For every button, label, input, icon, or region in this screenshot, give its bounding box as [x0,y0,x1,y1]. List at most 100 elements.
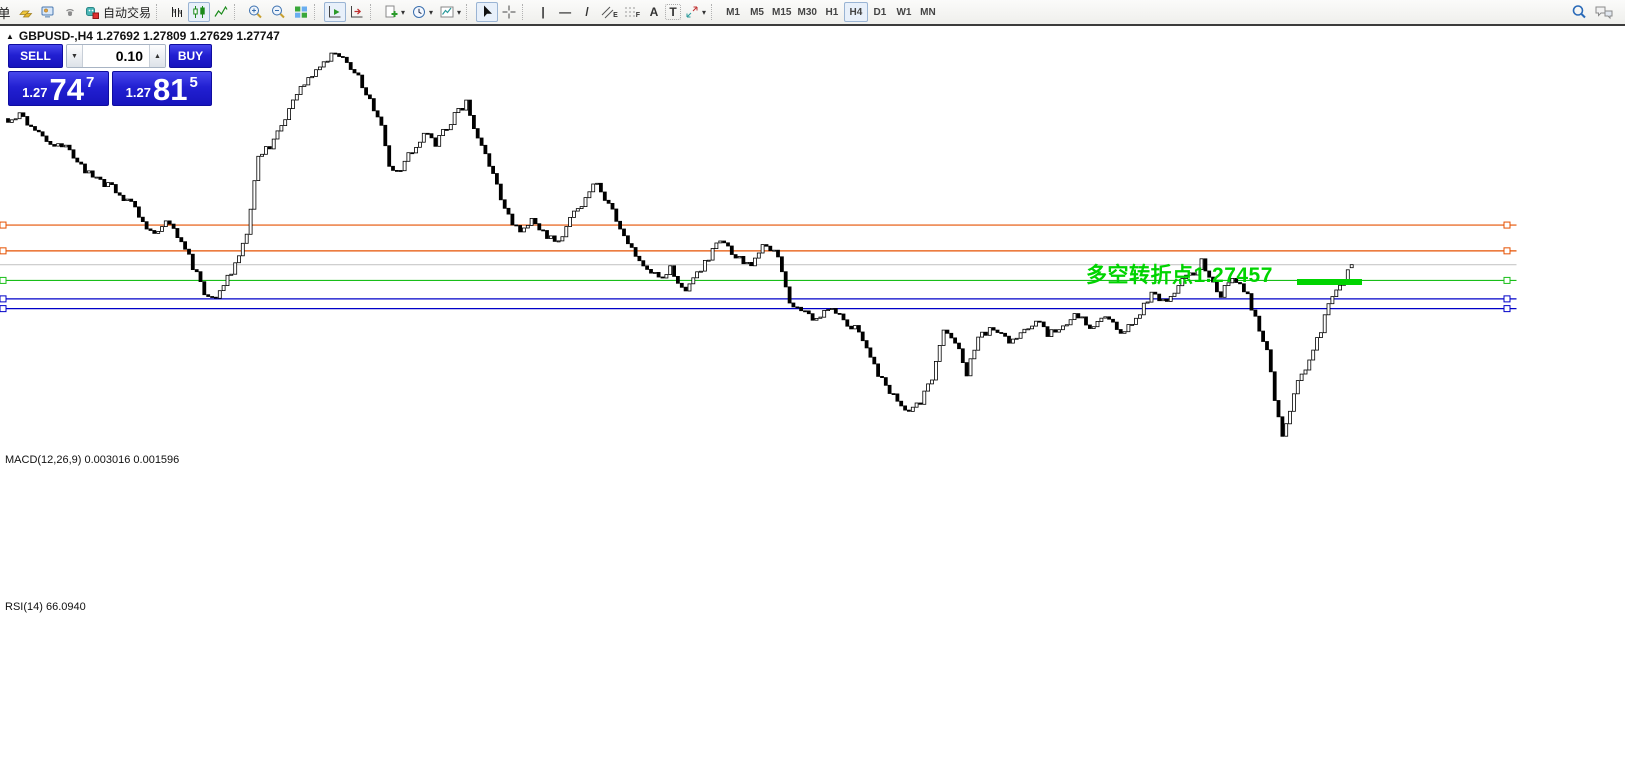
pivot-annotation-text[interactable]: 多空转折点1.27457 [1086,259,1273,289]
volume-decrease-button[interactable]: ▼ [67,45,83,67]
sell-price-main: 74 [49,76,83,104]
tile-windows-icon [293,4,309,20]
zoom-in-button[interactable] [244,2,267,22]
timeframe-button-H4[interactable]: H4 [844,2,868,22]
arrows-tool[interactable]: ▾ [681,2,709,22]
horizontal-line-icon: — [559,5,571,19]
toolbar-separator [522,4,529,20]
timeframe-button-D1[interactable]: D1 [868,2,892,22]
timeframe-button-MN[interactable]: MN [916,2,940,22]
market-depth-button[interactable] [15,2,37,22]
chat-button[interactable] [1591,2,1617,22]
timeframe-button-H1[interactable]: H1 [820,2,844,22]
clock-icon [411,4,427,20]
timeframe-button-M1[interactable]: M1 [721,2,745,22]
crosshair-button[interactable] [498,2,520,22]
toolbar-separator [234,4,241,20]
fibo-f-label: F [636,12,640,19]
signals-button[interactable] [59,2,81,22]
autotrading-robot-icon [84,4,100,20]
zoom-out-icon [270,4,287,20]
autotrading-button[interactable]: 自动交易 [81,2,154,22]
autotrading-label: 自动交易 [103,4,151,21]
toolbar-separator [314,4,321,20]
pivot-highlight-segment[interactable] [1297,279,1362,285]
zoom-in-icon [247,4,264,20]
new-order-label: 单 [0,3,11,22]
line-chart-icon [213,4,229,20]
sell-price-tile[interactable]: 1.27747 [8,71,109,106]
buy-price-prefix: 1.27 [126,85,151,100]
search-button[interactable] [1568,2,1591,22]
zoom-out-button[interactable] [267,2,290,22]
label-tool-icon: T [669,5,676,19]
candlestick-chart-button[interactable] [188,2,210,22]
auto-scroll-icon [327,4,343,20]
timeframe-toolbar: M1M5M15M30H1H4D1W1MN [721,2,940,22]
dropdown-caret-icon: ▾ [401,8,405,17]
tile-windows-button[interactable] [290,2,312,22]
top-toolbar: 单 自动交易 ▾ ▾ ▾ | — / E F A T ▾ M1M5M15M30H… [0,0,1625,26]
symbol-ohlc-text: GBPUSD-,H4 1.27692 1.27809 1.27629 1.277… [19,29,280,43]
template-icon [439,4,455,20]
crosshair-icon [501,4,517,20]
new-order-button[interactable]: 单 [0,2,15,22]
volume-increase-button[interactable]: ▲ [149,45,165,67]
auto-scroll-button[interactable] [324,2,346,22]
text-tool-icon: A [650,5,659,19]
sell-price-pip: 7 [86,74,94,91]
terminal-button[interactable] [37,2,59,22]
fibonacci-tool[interactable]: F [621,2,643,22]
buy-price-main: 81 [153,76,187,104]
buy-button-label: BUY [178,49,203,63]
bar-chart-icon [169,4,185,20]
mt4-terminal: { "toolbar": { "partial_button": "单", "a… [0,0,1625,768]
new-chart-button[interactable]: ▾ [380,2,408,22]
toolbar-separator [711,4,718,20]
templates-button[interactable]: ▾ [436,2,464,22]
chart-shift-button[interactable] [346,2,368,22]
signal-icon [62,4,78,20]
sell-button[interactable]: SELL [8,44,63,68]
buy-button[interactable]: BUY [169,44,212,68]
chart-shift-icon [349,4,365,20]
periods-button[interactable]: ▾ [408,2,436,22]
down-arrow-icon: ▼ [71,53,78,60]
equidistant-channel-tool[interactable]: E [598,2,621,22]
dropdown-caret-icon: ▾ [457,8,461,17]
cursor-button[interactable] [476,2,498,22]
candlestick-icon [191,4,207,20]
timeframe-button-M15[interactable]: M15 [769,2,794,22]
buy-price-pip: 5 [189,74,197,91]
trendline-tool[interactable]: / [576,2,598,22]
text-label-tool[interactable]: T [665,4,681,20]
chart-canvas[interactable] [0,0,1625,768]
new-chart-icon [383,4,399,20]
dropdown-caret-icon: ▾ [429,8,433,17]
search-icon [1571,4,1588,20]
dropdown-caret-icon: ▾ [702,8,706,17]
cursor-arrow-icon [479,4,495,20]
volume-input[interactable]: 0.10 [83,45,149,67]
text-tool[interactable]: A [643,2,665,22]
chat-bubbles-icon [1594,4,1614,20]
gold-ingot-icon [18,4,34,20]
vertical-line-tool[interactable]: | [532,2,554,22]
timeframe-button-M5[interactable]: M5 [745,2,769,22]
arrows-icon [684,4,700,20]
toolbar-separator [370,4,377,20]
macd-indicator-label: MACD(12,26,9) 0.003016 0.001596 [5,454,179,466]
channel-e-label: E [613,12,618,19]
line-chart-button[interactable] [210,2,232,22]
toolbar-separator [466,4,473,20]
collapse-triangle-icon[interactable]: ▲ [6,32,14,41]
timeframe-button-W1[interactable]: W1 [892,2,916,22]
sell-button-label: SELL [20,49,51,63]
buy-price-tile[interactable]: 1.27815 [112,71,213,106]
timeframe-button-M30[interactable]: M30 [794,2,819,22]
toolbar-separator [156,4,163,20]
horizontal-line-tool[interactable]: — [554,2,576,22]
up-arrow-icon: ▲ [154,53,161,60]
bar-chart-button[interactable] [166,2,188,22]
trendline-icon: / [585,5,588,19]
